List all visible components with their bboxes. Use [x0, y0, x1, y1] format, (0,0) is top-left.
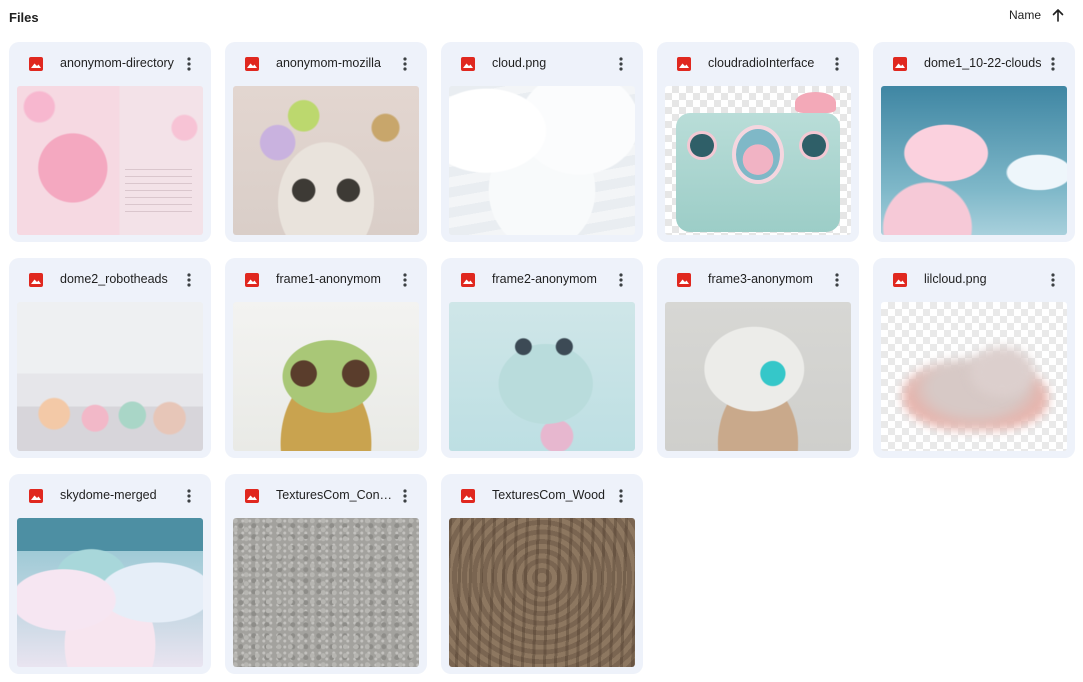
- more-options-icon[interactable]: [179, 54, 199, 74]
- image-file-icon: [677, 57, 691, 71]
- file-card-header: dome1_10-22-clouds: [873, 42, 1075, 86]
- more-options-icon[interactable]: [827, 270, 847, 290]
- file-thumbnail[interactable]: [233, 86, 419, 235]
- image-file-icon: [29, 57, 43, 71]
- more-options-icon[interactable]: [611, 270, 631, 290]
- file-name: TexturesCom_Concrete: [276, 488, 394, 502]
- file-thumbnail[interactable]: [881, 302, 1067, 451]
- file-name: cloud.png: [492, 56, 547, 70]
- file-card-header: TexturesCom_Concrete: [225, 474, 427, 518]
- file-grid: anonymom-directory anonymom-mozilla clou…: [9, 42, 1075, 674]
- file-card[interactable]: frame2-anonymom: [441, 258, 643, 458]
- file-card[interactable]: cloud.png: [441, 42, 643, 242]
- file-card-header: skydome-merged: [9, 474, 211, 518]
- file-card-header: TexturesCom_Wood: [441, 474, 643, 518]
- image-file-icon: [461, 489, 475, 503]
- more-options-icon[interactable]: [395, 54, 415, 74]
- file-card-header: frame3-anonymom: [657, 258, 859, 302]
- file-card-header: cloud.png: [441, 42, 643, 86]
- sort-label: Name: [1008, 8, 1041, 22]
- file-card[interactable]: TexturesCom_Concrete: [225, 474, 427, 674]
- file-thumbnail[interactable]: [17, 518, 203, 667]
- file-card[interactable]: dome1_10-22-clouds: [873, 42, 1075, 242]
- sort-by-name-button[interactable]: Name: [1009, 4, 1065, 26]
- file-card-header: frame2-anonymom: [441, 258, 643, 302]
- file-thumbnail[interactable]: [233, 518, 419, 667]
- file-thumbnail[interactable]: [17, 302, 203, 451]
- image-file-icon: [29, 489, 43, 503]
- file-name: cloudradioInterface: [708, 56, 815, 70]
- more-options-icon[interactable]: [179, 486, 199, 506]
- file-card[interactable]: frame1-anonymom: [225, 258, 427, 458]
- file-card-header: frame1-anonymom: [225, 258, 427, 302]
- file-thumbnail[interactable]: [17, 86, 203, 235]
- file-card-header: lilcloud.png: [873, 258, 1075, 302]
- more-options-icon[interactable]: [611, 486, 631, 506]
- more-options-icon[interactable]: [395, 270, 415, 290]
- file-card[interactable]: skydome-merged: [9, 474, 211, 674]
- more-options-icon[interactable]: [395, 486, 415, 506]
- image-file-icon: [245, 57, 259, 71]
- image-file-icon: [893, 273, 907, 287]
- arrow-up-icon: [1052, 9, 1064, 22]
- file-name: skydome-merged: [60, 488, 157, 502]
- files-header: Files Name: [0, 0, 1083, 34]
- file-thumbnail[interactable]: [449, 518, 635, 667]
- file-card-header: anonymom-mozilla: [225, 42, 427, 86]
- file-name: dome2_robotheads: [60, 272, 168, 286]
- file-card-header: cloudradioInterface: [657, 42, 859, 86]
- page-title: Files: [9, 10, 39, 25]
- file-card[interactable]: cloudradioInterface: [657, 42, 859, 242]
- file-card-header: dome2_robotheads: [9, 258, 211, 302]
- image-file-icon: [677, 273, 691, 287]
- file-card[interactable]: anonymom-directory: [9, 42, 211, 242]
- file-card-header: anonymom-directory: [9, 42, 211, 86]
- more-options-icon[interactable]: [1043, 270, 1063, 290]
- file-card[interactable]: frame3-anonymom: [657, 258, 859, 458]
- image-file-icon: [461, 57, 475, 71]
- file-thumbnail[interactable]: [449, 86, 635, 235]
- file-thumbnail[interactable]: [233, 302, 419, 451]
- file-card[interactable]: dome2_robotheads: [9, 258, 211, 458]
- file-name: frame2-anonymom: [492, 272, 597, 286]
- more-options-icon[interactable]: [827, 54, 847, 74]
- more-options-icon[interactable]: [179, 270, 199, 290]
- more-options-icon[interactable]: [611, 54, 631, 74]
- file-thumbnail[interactable]: [881, 86, 1067, 235]
- file-name: anonymom-directory: [60, 56, 174, 70]
- file-thumbnail[interactable]: [665, 86, 851, 235]
- file-name: dome1_10-22-clouds: [924, 56, 1042, 70]
- image-file-icon: [245, 273, 259, 287]
- file-name: frame3-anonymom: [708, 272, 813, 286]
- file-thumbnail[interactable]: [665, 302, 851, 451]
- image-file-icon: [893, 57, 907, 71]
- file-card[interactable]: lilcloud.png: [873, 258, 1075, 458]
- file-name: anonymom-mozilla: [276, 56, 381, 70]
- more-options-icon[interactable]: [1043, 54, 1063, 74]
- image-file-icon: [29, 273, 43, 287]
- file-card[interactable]: TexturesCom_Wood: [441, 474, 643, 674]
- image-file-icon: [245, 489, 259, 503]
- file-thumbnail[interactable]: [449, 302, 635, 451]
- file-name: lilcloud.png: [924, 272, 987, 286]
- image-file-icon: [461, 273, 475, 287]
- file-name: frame1-anonymom: [276, 272, 381, 286]
- file-name: TexturesCom_Wood: [492, 488, 606, 502]
- file-card[interactable]: anonymom-mozilla: [225, 42, 427, 242]
